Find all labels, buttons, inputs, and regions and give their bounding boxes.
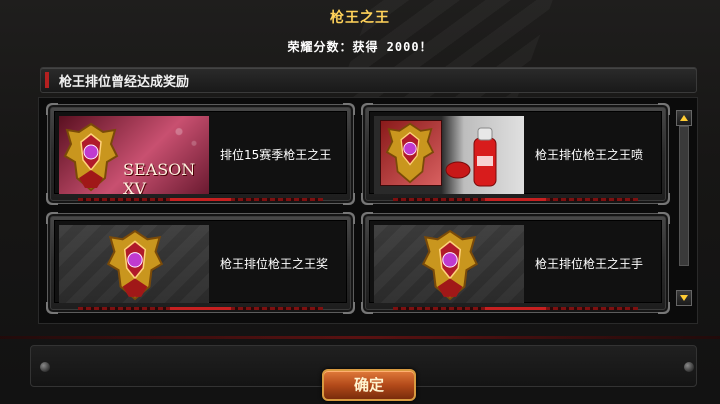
season-xv-emblem-icon: SEASON XV: [59, 116, 209, 194]
gold-emblem-icon: [63, 122, 119, 192]
reward-name: 排位15赛季枪王之王: [220, 148, 332, 162]
card-corner: [343, 302, 355, 314]
reward-card[interactable]: 枪王排位枪王之王喷: [361, 103, 670, 205]
score-text: 荣耀分数：获得 2000！: [287, 40, 433, 54]
card-rail-center: [485, 307, 546, 310]
card-inner: 枪王排位枪王之王奖: [54, 220, 347, 303]
reward-dialog: 枪王之王 荣耀分数：获得 2000！ 枪王排位曾经达成奖励 SEASON XV: [0, 0, 720, 404]
gold-emblem-icon: [421, 229, 479, 301]
section-accent: [45, 72, 49, 88]
card-corner: [361, 302, 373, 314]
reward-name: 枪王排位枪王之王喷: [535, 148, 644, 162]
scroll-track[interactable]: [679, 126, 689, 266]
card-corner: [343, 193, 355, 205]
card-inner: 枪王排位枪王之王喷: [369, 111, 662, 194]
gold-emblem-icon: [385, 122, 435, 184]
reward-name: 枪王排位枪王之王手: [535, 257, 644, 271]
gold-emblem-icon: [106, 229, 164, 301]
screw-icon: [684, 362, 694, 372]
card-corner: [658, 193, 670, 205]
reward-list: SEASON XV 排位15赛季枪王之王 枪王排位枪王之王喷 枪王排位枪王之王奖…: [38, 97, 698, 324]
reward-card[interactable]: SEASON XV 排位15赛季枪王之王: [46, 103, 355, 205]
card-rail-center: [170, 307, 231, 310]
divider: [0, 336, 720, 339]
dialog-title: 枪王之王: [330, 10, 390, 26]
gold-emblem-thumb: [374, 225, 524, 303]
section-header: 枪王排位曾经达成奖励: [40, 67, 697, 93]
emblem-with-spray-can-icon: [374, 116, 524, 194]
scroll-down-button[interactable]: [676, 290, 692, 306]
reward-name: 枪王排位枪王之王奖: [220, 257, 329, 271]
screw-icon: [40, 362, 50, 372]
card-rail-center: [170, 198, 231, 201]
card-corner: [46, 193, 58, 205]
gold-emblem-thumb: [59, 225, 209, 303]
spray-can-icon: [445, 127, 497, 187]
season-label: SEASON XV: [123, 160, 196, 194]
confirm-button[interactable]: 确定: [322, 369, 416, 401]
section-title: 枪王排位曾经达成奖励: [59, 75, 190, 90]
card-corner: [658, 302, 670, 314]
card-inner: 枪王排位枪王之王手: [369, 220, 662, 303]
arrow-up-icon: [680, 115, 688, 121]
reward-card[interactable]: 枪王排位枪王之王奖: [46, 212, 355, 314]
scroll-up-button[interactable]: [676, 110, 692, 126]
arrow-down-icon: [680, 295, 688, 301]
card-inner: SEASON XV 排位15赛季枪王之王: [54, 111, 347, 194]
card-rail-center: [485, 198, 546, 201]
card-corner: [361, 193, 373, 205]
card-corner: [46, 302, 58, 314]
reward-scrollbar[interactable]: [676, 110, 692, 306]
reward-card[interactable]: 枪王排位枪王之王手: [361, 212, 670, 314]
